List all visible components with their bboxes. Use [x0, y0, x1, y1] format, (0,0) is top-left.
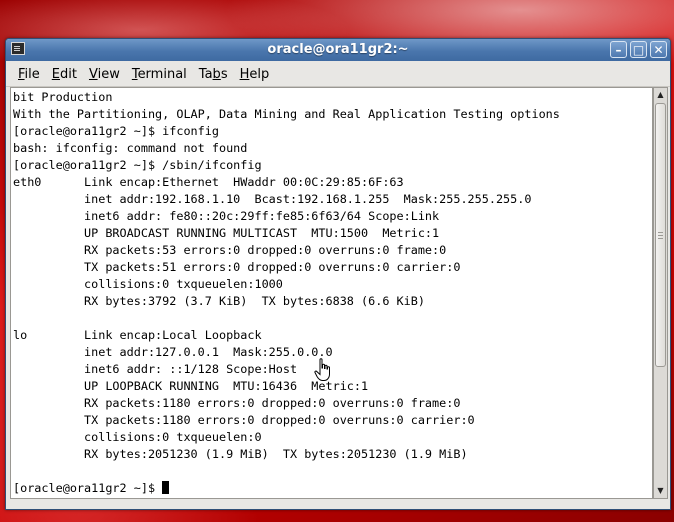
terminal-text: bit Production With the Partitioning, OL…	[11, 88, 652, 497]
terminal-line: lo Link encap:Local Loopback	[13, 328, 262, 342]
maximize-icon: □	[632, 43, 645, 57]
terminal-line: bash: ifconfig: command not found	[13, 141, 248, 155]
scrollbar-grip	[658, 235, 663, 236]
terminal-line: inet6 addr: ::1/128 Scope:Host	[13, 362, 298, 376]
menu-terminal-label: erminal	[137, 66, 187, 82]
close-icon: ✕	[653, 43, 664, 57]
maximize-button[interactable]: □	[630, 41, 647, 58]
terminal-line: bit Production	[13, 90, 113, 104]
minimize-button[interactable]: –	[610, 41, 627, 58]
terminal-line: collisions:0 txqueuelen:1000	[13, 277, 283, 291]
terminal-prompt: [oracle@ora11gr2 ~]$	[13, 481, 163, 495]
menu-help-mnemonic: H	[239, 66, 250, 82]
terminal-line: eth0 Link encap:Ethernet HWaddr 00:0C:29…	[13, 175, 404, 189]
menu-view-mnemonic: V	[88, 66, 98, 82]
close-button[interactable]: ✕	[650, 41, 667, 58]
terminal-line: With the Partitioning, OLAP, Data Mining…	[13, 107, 560, 121]
terminal-line: UP BROADCAST RUNNING MULTICAST MTU:1500 …	[13, 226, 440, 240]
terminal-line: TX packets:51 errors:0 dropped:0 overrun…	[13, 260, 461, 274]
terminal-line: [oracle@ora11gr2 ~]$ ifconfig	[13, 124, 219, 138]
menu-terminal[interactable]: Terminal	[126, 65, 193, 84]
window-titlebar[interactable]: oracle@ora11gr2:~ – □ ✕	[6, 39, 670, 61]
window-title: oracle@ora11gr2:~	[267, 42, 409, 57]
menu-edit[interactable]: Edit	[46, 65, 83, 84]
menu-edit-mnemonic: E	[51, 66, 60, 82]
menu-help-label: elp	[249, 66, 270, 82]
minimize-icon: –	[615, 43, 622, 57]
terminal-line: RX packets:1180 errors:0 dropped:0 overr…	[13, 396, 461, 410]
terminal-line: [oracle@ora11gr2 ~]$ /sbin/ifconfig	[13, 158, 262, 172]
vertical-scrollbar[interactable]: ▲ ▼	[653, 87, 668, 499]
menu-file[interactable]: File	[12, 65, 46, 84]
menu-tabs-mnemonic: b	[212, 66, 221, 82]
terminal-line: inet addr:192.168.1.10 Bcast:192.168.1.2…	[13, 192, 532, 206]
terminal-line: collisions:0 txqueuelen:0	[13, 430, 262, 444]
terminal-line: RX bytes:3792 (3.7 KiB) TX bytes:6838 (6…	[13, 294, 425, 308]
window-controls: – □ ✕	[610, 41, 667, 58]
text-cursor	[162, 481, 170, 494]
hand-pointer-icon	[314, 358, 330, 381]
menu-help[interactable]: Help	[234, 65, 276, 84]
menu-tabs[interactable]: Tabs	[193, 65, 234, 84]
terminal-line: RX packets:53 errors:0 dropped:0 overrun…	[13, 243, 447, 257]
terminal-line: RX bytes:2051230 (1.9 MiB) TX bytes:2051…	[13, 447, 468, 461]
menu-view[interactable]: View	[83, 65, 126, 84]
scrollbar-thumb[interactable]	[655, 103, 666, 367]
menu-bar: File Edit View Terminal Tabs Help	[6, 62, 670, 87]
menu-edit-label: dit	[60, 66, 77, 82]
menu-tabs-label-pre: Ta	[198, 66, 213, 82]
menu-view-label: iew	[97, 66, 120, 82]
terminal-line: inet6 addr: fe80::20c:29ff:fe85:6f63/64 …	[13, 209, 440, 223]
menu-tabs-label: s	[220, 66, 228, 82]
scroll-up-arrow-icon[interactable]: ▲	[654, 88, 667, 102]
scroll-down-arrow-icon[interactable]: ▼	[654, 484, 667, 498]
terminal-output[interactable]: bit Production With the Partitioning, OL…	[10, 87, 653, 499]
terminal-window: oracle@ora11gr2:~ – □ ✕ File Edit View T…	[5, 38, 671, 510]
menu-file-label: ile	[24, 66, 40, 82]
terminal-line: inet addr:127.0.0.1 Mask:255.0.0.0	[13, 345, 333, 359]
terminal-line: TX packets:1180 errors:0 dropped:0 overr…	[13, 413, 475, 427]
